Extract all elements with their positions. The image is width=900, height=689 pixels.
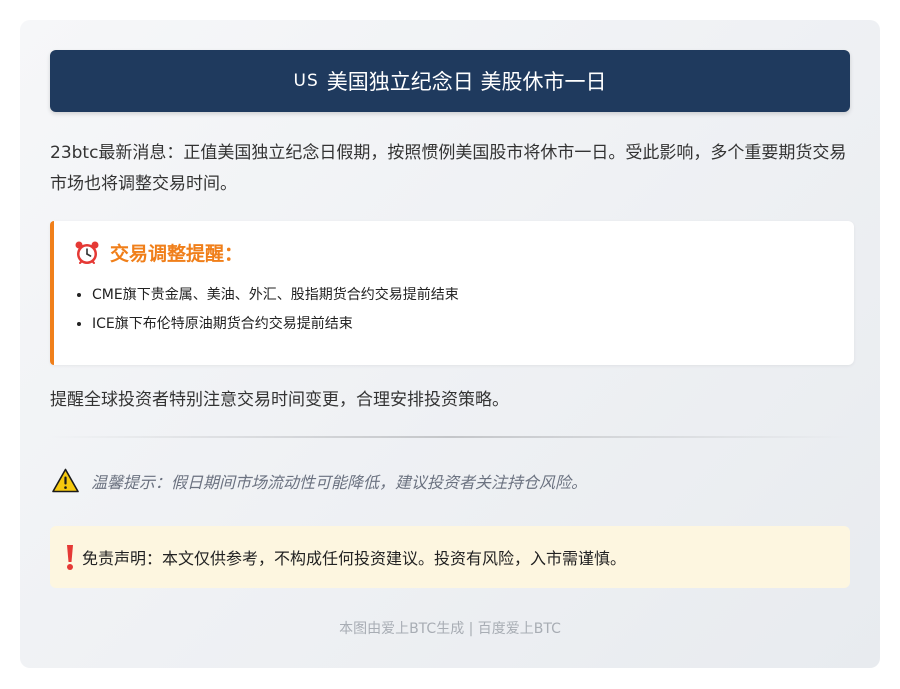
notice-heading: 交易调整提醒： bbox=[74, 239, 243, 266]
footer-credit: 本图由爱上BTC生成 | 百度爱上BTC bbox=[339, 621, 561, 637]
list-item: CME旗下贵金属、美油、外汇、股指期货合约交易提前结束 bbox=[92, 281, 459, 310]
divider bbox=[50, 436, 850, 438]
reminder-paragraph: 提醒全球投资者特别注意交易时间变更，合理安排投资策略。 bbox=[50, 390, 509, 410]
us-flag-icon: US bbox=[293, 71, 319, 91]
warning-icon bbox=[52, 468, 79, 493]
disclaimer-text: 免责声明：本文仅供参考，不构成任何投资建议。投资有风险，入市需谨慎。 bbox=[82, 549, 627, 568]
disclaimer-box: 免责声明：本文仅供参考，不构成任何投资建议。投资有风险，入市需谨慎。 bbox=[50, 526, 850, 588]
intro-paragraph: 23btc最新消息：正值美国独立纪念日假期，按照惯例美国股市将休市一日。受此影响… bbox=[50, 143, 847, 194]
notice-title: 交易调整提醒： bbox=[110, 243, 244, 265]
title-banner: US 美国独立纪念日 美股休市一日 bbox=[50, 50, 850, 112]
warm-tip: 温馨提示：假日期间市场流动性可能降低，建议投资者关注持仓风险。 bbox=[52, 468, 587, 493]
page-title: 美国独立纪念日 美股休市一日 bbox=[326, 70, 607, 94]
trading-adjustment-notice: 交易调整提醒： CME旗下贵金属、美油、外汇、股指期货合约交易提前结束 ICE旗… bbox=[50, 221, 854, 365]
alarm-clock-icon bbox=[75, 241, 99, 264]
article-card: US 美国独立纪念日 美股休市一日 23btc最新消息：正值美国独立纪念日假期，… bbox=[20, 20, 880, 668]
exclamation-icon bbox=[67, 545, 73, 570]
tip-text: 温馨提示：假日期间市场流动性可能降低，建议投资者关注持仓风险。 bbox=[91, 472, 588, 492]
list-item: ICE旗下布伦特原油期货合约交易提前结束 bbox=[92, 310, 459, 339]
notice-list: CME旗下贵金属、美油、外汇、股指期货合约交易提前结束 ICE旗下布伦特原油期货… bbox=[74, 281, 459, 339]
